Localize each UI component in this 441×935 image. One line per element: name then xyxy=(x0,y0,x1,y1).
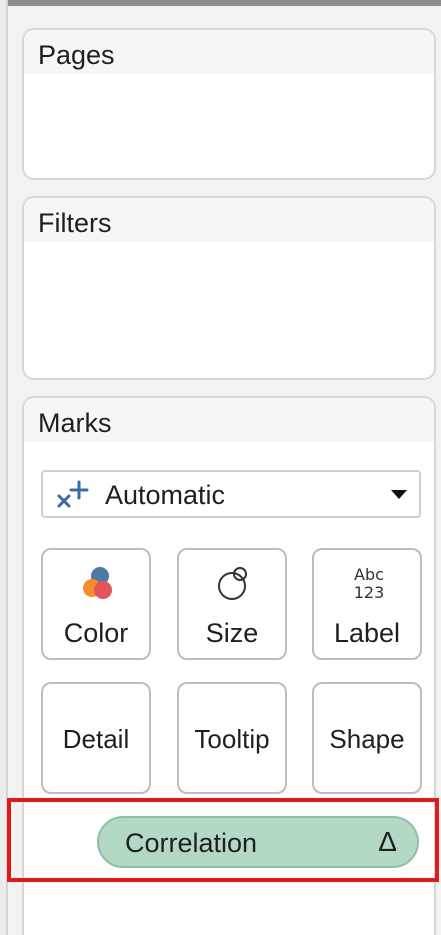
detail-button[interactable]: Detail xyxy=(41,682,151,794)
marks-title: Marks xyxy=(24,398,434,442)
mark-type-value: Automatic xyxy=(105,480,226,510)
top-border xyxy=(0,0,441,6)
size-button-label: Size xyxy=(205,618,259,648)
field-pill-label: Correlation xyxy=(125,828,258,858)
filters-shelf[interactable]: Filters xyxy=(22,196,436,380)
svg-text:Abc: Abc xyxy=(354,565,384,584)
filters-title: Filters xyxy=(24,198,434,242)
size-icon xyxy=(218,567,247,600)
automatic-mark-icon xyxy=(57,480,89,508)
pages-shelf[interactable]: Pages xyxy=(22,28,436,180)
correlation-field-pill[interactable]: Correlation Δ xyxy=(97,816,419,868)
delta-icon: Δ xyxy=(378,826,397,857)
detail-button-label: Detail xyxy=(62,724,130,754)
label-text-icon: Abc 123 xyxy=(354,565,385,602)
pages-title: Pages xyxy=(24,30,434,74)
marks-card: Marks Automatic Color Size Abc 123 Label… xyxy=(22,396,436,935)
color-button-label: Color xyxy=(63,618,129,648)
svg-text:123: 123 xyxy=(354,583,385,602)
shape-button[interactable]: Shape xyxy=(312,682,422,794)
color-button[interactable]: Color xyxy=(41,548,151,660)
mark-type-dropdown[interactable]: Automatic xyxy=(41,470,421,518)
tooltip-button[interactable]: Tooltip xyxy=(177,682,287,794)
tooltip-button-label: Tooltip xyxy=(194,724,270,754)
label-button-label: Label xyxy=(333,618,401,648)
shape-button-label: Shape xyxy=(329,724,405,754)
left-border xyxy=(0,0,8,935)
label-button[interactable]: Abc 123 Label xyxy=(312,548,422,660)
chevron-down-icon xyxy=(391,490,407,499)
color-icon xyxy=(83,567,112,599)
size-button[interactable]: Size xyxy=(177,548,287,660)
